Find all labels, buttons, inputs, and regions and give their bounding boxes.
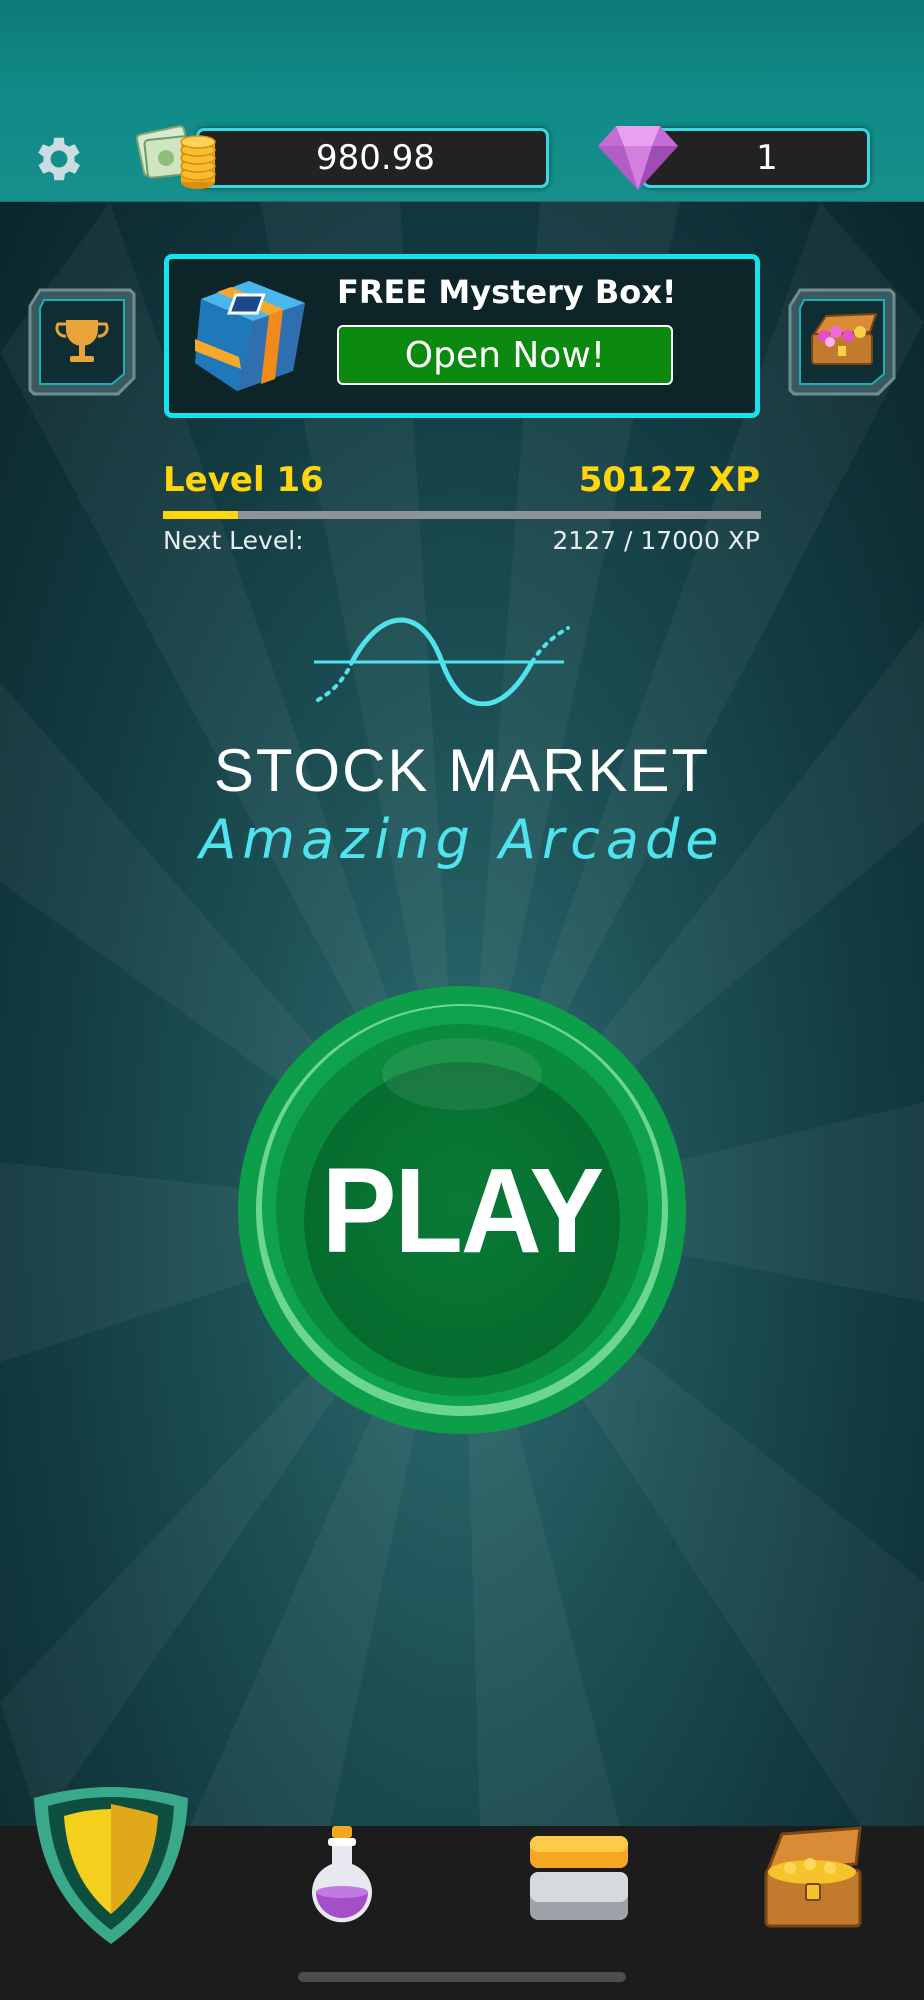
- level-progress-bar: [163, 511, 761, 519]
- gem-icon: [598, 126, 678, 190]
- home-indicator: [298, 1972, 626, 1982]
- shield-icon[interactable]: [28, 1782, 194, 1952]
- level-label: Level 16: [163, 460, 324, 500]
- next-level-progress: 2127 / 17000 XP: [552, 526, 760, 555]
- cash-balance: 980.98: [196, 128, 549, 188]
- cash-coins-icon: [136, 125, 216, 189]
- open-now-button[interactable]: Open Now!: [337, 325, 673, 385]
- gem-value: 1: [756, 138, 778, 178]
- gear-icon[interactable]: [30, 130, 88, 188]
- play-button[interactable]: PLAY: [236, 984, 688, 1436]
- potion-icon[interactable]: [302, 1826, 382, 1930]
- leaderboard-button[interactable]: [26, 286, 138, 398]
- treasure-chest-icon: [811, 312, 878, 365]
- stock-wave-logo-icon: [314, 617, 570, 706]
- top-bar: 980.98 1: [0, 0, 924, 202]
- cards-stack-icon[interactable]: [526, 1832, 632, 1924]
- logo-title: STOCK MARKET: [213, 737, 711, 804]
- xp-total: 50127 XP: [578, 460, 760, 500]
- logo-subtitle: Amazing Arcade: [199, 808, 725, 871]
- treasure-button[interactable]: [786, 286, 898, 398]
- mystery-box-icon: [195, 281, 305, 391]
- cash-value: 980.98: [316, 138, 435, 178]
- next-level-label: Next Level:: [163, 526, 304, 555]
- treasure-chest-icon[interactable]: [760, 1826, 866, 1930]
- mystery-box-banner[interactable]: FREE Mystery Box! Open Now!: [164, 254, 760, 418]
- level-progress-fill: [163, 511, 238, 519]
- play-label: PLAY: [321, 1142, 604, 1278]
- mystery-box-title: FREE Mystery Box!: [337, 273, 677, 311]
